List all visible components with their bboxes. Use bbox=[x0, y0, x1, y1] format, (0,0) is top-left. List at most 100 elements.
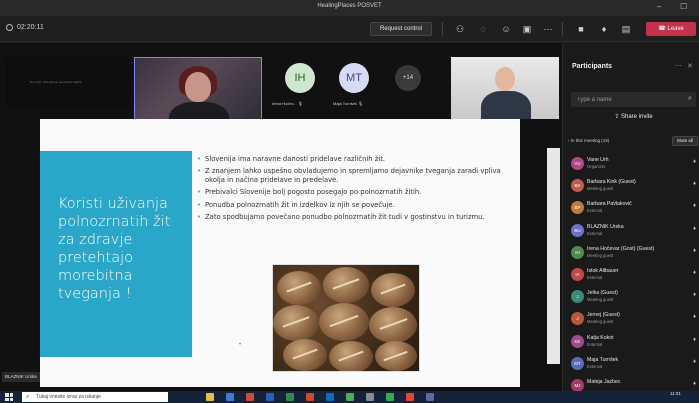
leave-button[interactable]: ☎ Leave bbox=[646, 22, 696, 36]
more-participants-button[interactable]: +14 bbox=[395, 65, 421, 91]
participant-row[interactable]: VU Vane Urh Organizer ♦ bbox=[563, 153, 699, 175]
reactions-icon[interactable]: ☺ bbox=[500, 23, 512, 35]
participant-row[interactable]: BU BLAZNIK Urska External ♦ bbox=[563, 220, 699, 242]
participant-row[interactable]: KK Katja Kokot External ♦ bbox=[563, 331, 699, 353]
share-icon[interactable]: ▤ bbox=[620, 23, 632, 35]
chat-icon[interactable]: ◌ bbox=[477, 23, 489, 35]
avatar: BU bbox=[571, 223, 584, 237]
participant-search-input[interactable] bbox=[571, 92, 696, 107]
windows-start-icon[interactable] bbox=[5, 393, 13, 401]
avatar-label: Maja Turnšek 🎙 bbox=[333, 101, 364, 106]
outlook-icon[interactable] bbox=[326, 393, 334, 401]
bread-loaf bbox=[323, 267, 369, 303]
shared-content-area: Koristi uživanja polnozrnatih žit za zdr… bbox=[0, 119, 562, 391]
bread-loaf bbox=[273, 305, 319, 341]
participant-row[interactable]: MT Maja Turnšek External ♦ bbox=[563, 353, 699, 375]
powerpoint-icon[interactable] bbox=[306, 393, 314, 401]
mic-icon: ♦ bbox=[693, 269, 697, 276]
mic-icon: ♦ bbox=[693, 380, 697, 387]
app-icon[interactable] bbox=[346, 393, 354, 401]
word-icon[interactable] bbox=[266, 393, 274, 401]
participant-role: External bbox=[587, 341, 603, 347]
maximize-icon[interactable]: ☐ bbox=[680, 2, 687, 12]
file-explorer-icon[interactable] bbox=[206, 393, 214, 401]
participant-role: External bbox=[587, 208, 603, 214]
timer-text: 02:20:11 bbox=[17, 24, 44, 31]
minimize-icon[interactable]: – bbox=[657, 2, 661, 12]
teams-icon[interactable] bbox=[426, 393, 434, 401]
app-icon[interactable] bbox=[406, 393, 414, 401]
participant-name: Jelka (Guest) bbox=[587, 290, 618, 297]
request-control-button[interactable]: Request control bbox=[370, 22, 432, 36]
bread-loaf bbox=[371, 273, 415, 307]
avatar: J bbox=[571, 312, 584, 326]
meeting-timer: 02:20:11 bbox=[6, 24, 44, 31]
participant-role: Meeting guest bbox=[587, 319, 614, 325]
app-icon[interactable] bbox=[226, 393, 234, 401]
participant-row[interactable]: IA Istok Altbauer External ♦ bbox=[563, 264, 699, 286]
mic-icon[interactable]: ♦ bbox=[598, 23, 610, 35]
slide-heading: Koristi uživanja polnozrnatih žit za zdr… bbox=[58, 196, 171, 302]
mic-icon: ♦ bbox=[693, 203, 697, 210]
avatar: IA bbox=[571, 267, 584, 281]
mic-off-icon: 🎙 bbox=[297, 101, 303, 106]
participant-role: External bbox=[587, 274, 603, 280]
slide-bullet: Z znanjem lahko uspešno obvladujemo in s… bbox=[197, 167, 507, 184]
shared-screen-thumbnail[interactable]: Koristi uživanje polnozrnatih bbox=[6, 57, 131, 107]
avatar-ih[interactable]: IH bbox=[285, 63, 315, 93]
close-icon[interactable]: ✕ bbox=[687, 62, 693, 70]
participants-panel: Participants ⋯ ✕ ⌕ ⇪ Share invite › In t… bbox=[562, 43, 699, 392]
participant-row[interactable]: J Jernej (Guest) Meeting guest ♦ bbox=[563, 308, 699, 330]
participant-role: Organizer bbox=[587, 164, 606, 169]
avatar-label: Irena Hočev... 🎙 bbox=[272, 101, 303, 106]
meeting-toolbar: 02:20:11 Request control ⚇ ◌ ☺ ▣ ⋯ ■ ♦ ▤… bbox=[0, 16, 699, 42]
participant-row[interactable]: IH Irena Hočevar (Gost) (Guest) Meeting gu… bbox=[563, 242, 699, 264]
app-icon[interactable] bbox=[366, 393, 374, 401]
avatar-mt[interactable]: MT bbox=[339, 63, 369, 93]
participant-name: Mateja Jazbec bbox=[587, 378, 621, 385]
video-tile-participant[interactable] bbox=[451, 57, 559, 119]
mic-icon: ♦ bbox=[693, 181, 697, 188]
participant-row[interactable]: BP Barbara Pavlakovič External ♦ bbox=[563, 197, 699, 219]
avatar: KK bbox=[571, 334, 584, 348]
participant-role: Meeting guest bbox=[587, 252, 614, 258]
toolbar-divider bbox=[562, 22, 563, 36]
empty-bullet: • bbox=[239, 342, 242, 348]
slide-bullets: Slovenija ima naravne danosti pridelave … bbox=[197, 155, 507, 225]
leave-label: Leave bbox=[667, 26, 684, 32]
participant-row[interactable]: BK Barbara Kink (Guest) Meeting guest ♦ bbox=[563, 175, 699, 197]
slide-bullet: Zato spodbujamo povečano ponudbo polnozr… bbox=[197, 213, 507, 222]
avatar: MT bbox=[571, 356, 584, 370]
taskbar-clock[interactable]: 11:01 bbox=[670, 391, 681, 397]
search-icon: ⌕ bbox=[688, 95, 692, 102]
window-title: HealingPlaces POSVET bbox=[317, 3, 382, 9]
participant-list: VU Vane Urh Organizer ♦ BK Barbara Kink (Gues… bbox=[563, 153, 699, 397]
taskbar-search-input[interactable]: Tukaj vnesite izraz za iskanje bbox=[22, 392, 168, 402]
bread-loaf bbox=[283, 339, 327, 371]
participant-role: External bbox=[587, 230, 603, 236]
participant-name: Vane Urh bbox=[587, 157, 609, 163]
share-invite-button[interactable]: ⇪ Share invite bbox=[571, 110, 696, 124]
avatar: J bbox=[571, 290, 584, 304]
people-icon[interactable]: ⚇ bbox=[454, 23, 466, 35]
avatar: IH bbox=[571, 245, 584, 259]
mute-all-button[interactable]: Mute all bbox=[672, 136, 698, 146]
chrome-icon[interactable] bbox=[386, 393, 394, 401]
share-icon: ⇪ bbox=[614, 114, 621, 120]
participant-row[interactable]: J Jelka (Guest) Meeting guest ♦ bbox=[563, 286, 699, 308]
bread-loaf bbox=[369, 307, 417, 343]
bread-loaf bbox=[319, 303, 369, 341]
camera-icon[interactable]: ■ bbox=[575, 23, 587, 35]
rooms-icon[interactable]: ▣ bbox=[521, 23, 533, 35]
avatar: MJ bbox=[571, 378, 584, 392]
excel-icon[interactable] bbox=[286, 393, 294, 401]
participant-name: Barbara Pavlakovič bbox=[587, 201, 632, 208]
more-icon[interactable]: ⋯ bbox=[542, 23, 554, 35]
title-bar: HealingPlaces POSVET – ☐ bbox=[0, 0, 699, 16]
more-options-icon[interactable]: ⋯ bbox=[675, 62, 682, 70]
in-meeting-header[interactable]: › In this meeting (19) bbox=[568, 138, 609, 143]
app-icon[interactable] bbox=[246, 393, 254, 401]
participant-name: Maja Turnšek bbox=[587, 356, 619, 363]
mic-icon: ♦ bbox=[693, 159, 697, 165]
share-invite-label: Share invite bbox=[621, 114, 653, 120]
